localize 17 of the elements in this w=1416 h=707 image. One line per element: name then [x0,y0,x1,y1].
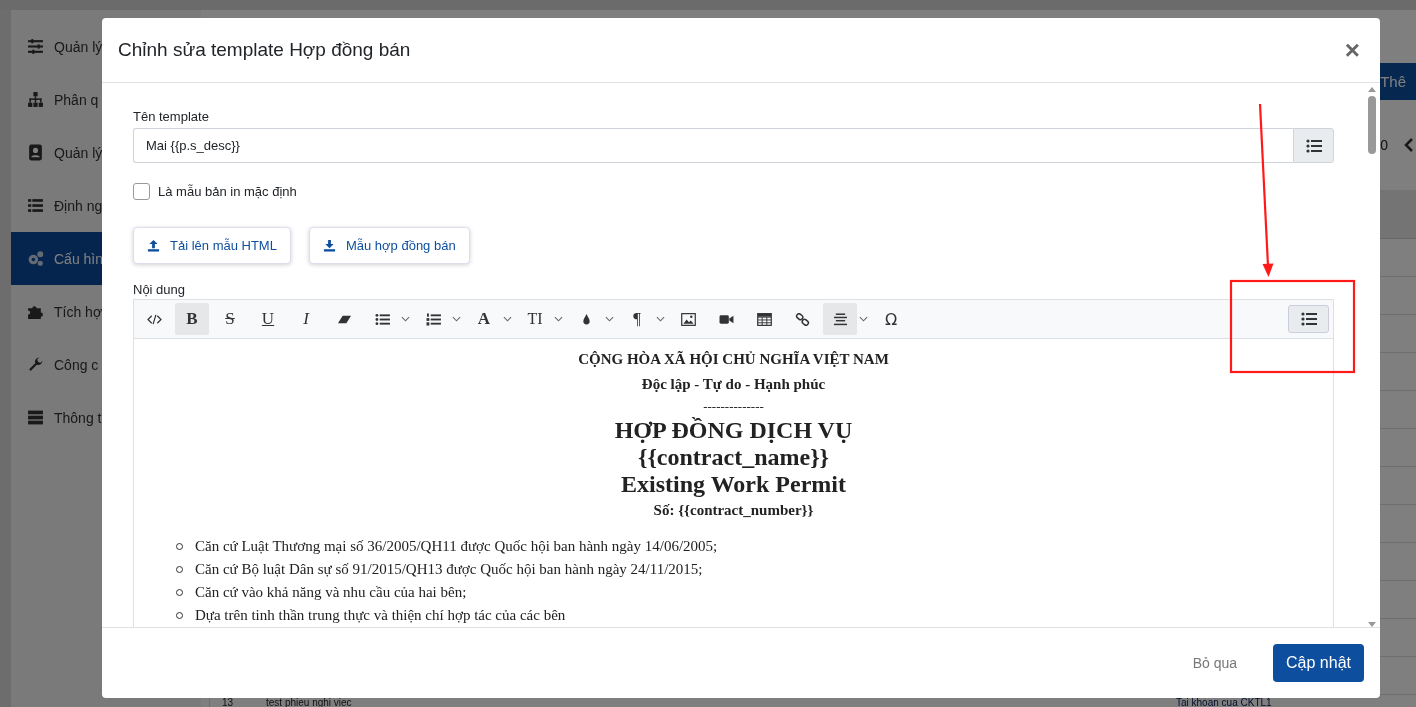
field-label: Tên template [133,109,210,124]
separator-text: -------------- [702,398,765,416]
document-heading: CỘNG HÒA XÃ HỘI CHỦ NGHĨA VIỆT NAM [577,350,890,369]
document-title: HỢP ĐỒNG DỊCH VỤ [613,417,854,444]
checkbox-label: Là mẫu bản in mặc định [158,184,297,199]
document-title: {{contract_name}} [636,444,831,471]
pager-text: 0 [1380,137,1388,153]
document-paragraph: Căn cứ Luật Thương mại số 36/2005/QH11 được Quốc hội ban hành ngày 14/06/2005; [195,538,718,555]
document-paragraph: Căn cứ Bộ luật Dân sự số 91/2015/QH13 được Quốc hội ban hành ngày 24/11/2015; [195,561,703,578]
dialog-title: Chỉnh sửa template Hợp đồng bán [118,39,411,61]
document-heading: Độc lập - Tự do - Hạnh phúc [640,375,827,394]
document-title: Existing Work Permit [620,471,847,498]
field-label: Nội dung [133,282,187,297]
document-paragraph: Căn cứ vào khả năng và nhu cầu của hai bên; [195,584,467,601]
document-paragraph: Dựa trên tinh thần trung thực và thiện chí hợp tác của các bên [195,607,566,624]
table-cell-text: 13 [221,698,235,707]
document-heading: Số: {{contract_number}} [652,501,815,520]
